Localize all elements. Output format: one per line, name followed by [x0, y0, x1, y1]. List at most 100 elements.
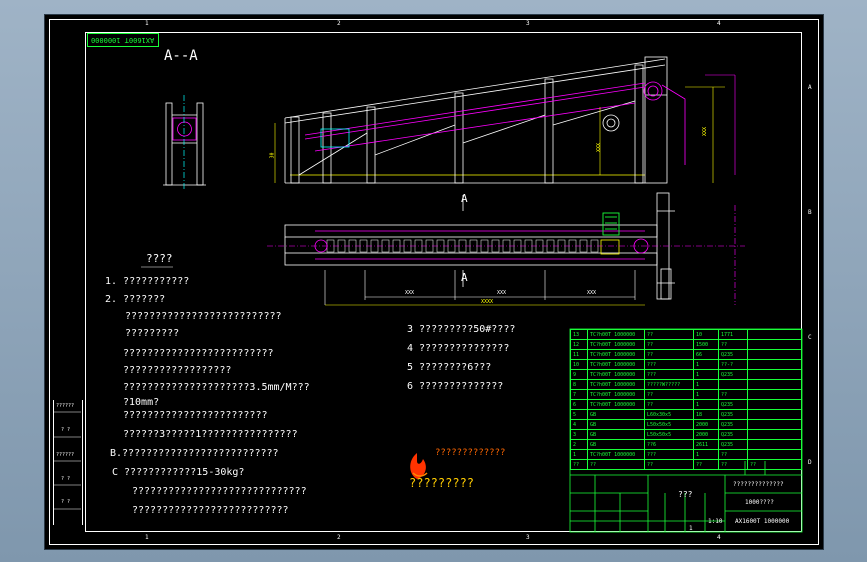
note-line: ?????????????????? [123, 365, 232, 376]
bom-cell [747, 349, 802, 360]
bom-cell: 10 [693, 329, 719, 340]
bom-cell: TC?h00T 1000000 [587, 339, 645, 350]
bom-cell: ?? [718, 449, 748, 460]
bom-cell [747, 419, 802, 430]
side-elevation [284, 56, 668, 184]
bom-cell: ?? [747, 459, 802, 470]
bom-cell: L50x50x5 [644, 419, 694, 430]
bom-cell [747, 449, 802, 460]
cad-drawing-canvas[interactable]: 1 2 3 4 1 2 3 4 A B C D AX1600T 1000000 … [44, 14, 824, 550]
title-drawing-number: AX1600T 1000000 [735, 518, 790, 525]
bom-cell: 8 [570, 379, 588, 390]
bom-cell: ?? [644, 329, 694, 340]
bom-row: 5 GB L60x30x5 18 Q235 [570, 409, 802, 420]
bom-cell: L50x50x5 [644, 429, 694, 440]
bom-cell: TC?h00T 1000000 [587, 349, 645, 360]
watermark-line-2: ????????? [409, 476, 475, 490]
bom-cell [747, 329, 802, 340]
bom-cell: 1 [693, 379, 719, 390]
bom-cell: 5 [570, 409, 588, 420]
bom-cell: Q235 [718, 429, 748, 440]
bom-cell: 6 [570, 399, 588, 410]
section-label: A--A [164, 48, 198, 64]
bom-cell: 2000 [693, 429, 719, 440]
note-line: ?????????????????????????? [132, 505, 289, 516]
bom-cell: ?? [644, 399, 694, 410]
bom-cell: TC?h00T 1000000 [587, 369, 645, 380]
bom-cell: GB [587, 429, 645, 440]
bom-cell: 1 [570, 449, 588, 460]
bom-cell: 12 [570, 339, 588, 350]
bom-cell: ??? [644, 369, 694, 380]
note-line: ???????????????????????? [123, 410, 268, 421]
bom-cell: TC?h00T 1000000 [587, 399, 645, 410]
note-line: ?10mm? [123, 397, 160, 408]
bom-cell: ?? [718, 339, 748, 350]
bom-cell: 1 [693, 449, 719, 460]
bom-cell: ??-? [718, 359, 748, 370]
bom-cell: 3 [570, 429, 588, 440]
bom-cell [747, 389, 802, 400]
cut-marker-top: A [461, 192, 468, 205]
bom-row: 13 TC?h00T 1000000?? 10 1771 [570, 329, 802, 340]
bom-cell [747, 409, 802, 420]
note-line: ????????????????????????????? [132, 486, 307, 497]
note-line: 1. ??????????? [105, 276, 190, 287]
bom-cell: 4 [570, 419, 588, 430]
bom-cell: ?? [644, 459, 694, 470]
bom-cell: Q235 [718, 369, 748, 380]
bom-row: 2 GB ??6 2611 Q235 [570, 439, 802, 450]
bom-cell [747, 399, 802, 410]
title-company: ?????????????? [733, 481, 784, 488]
bom-cell: ?? [718, 459, 748, 470]
note-line-right: 4 ??????????????? [407, 343, 510, 354]
bom-cell: 2000 [693, 419, 719, 430]
bom-row: ???????????? [570, 459, 802, 470]
title-product: 1000???? [745, 499, 774, 506]
bom-cell: GB [587, 439, 645, 450]
bom-cell: L60x30x5 [644, 409, 694, 420]
bom-row: 4 GB L50x50x5 2000 Q235 [570, 419, 802, 430]
bom-cell: 1500 [693, 339, 719, 350]
bom-cell: Q235 [718, 399, 748, 410]
title-drawing-name: ??? [678, 490, 693, 499]
note-line: ?????????????????????3.5mm/M??? [123, 382, 310, 393]
bom-cell: Q235 [718, 419, 748, 430]
dim-span-2: XXX [497, 290, 507, 296]
note-line-right: 6 ?????????????? [407, 381, 504, 392]
bom-cell: 13 [570, 329, 588, 340]
note-line: ????????? [125, 328, 180, 339]
bom-cell [747, 439, 802, 450]
cut-marker-bottom: A [461, 271, 468, 284]
bom-row: 11 TC?h00T 1000000?? 66 Q235 [570, 349, 802, 360]
section-view [163, 102, 206, 186]
bom-cell: ?? [570, 459, 588, 470]
bom-cell: 11 [570, 349, 588, 360]
bom-cell [747, 369, 802, 380]
bom-cell: ??6 [644, 439, 694, 450]
bom-cell: 10 [570, 359, 588, 370]
drive-motor [602, 212, 620, 236]
bom-cell: TC?h00T 1000000 [587, 359, 645, 370]
bom-cell: ?? [644, 349, 694, 360]
bom-row: 12 TC?h00T 1000000?? 1500?? [570, 339, 802, 350]
bom-cell: ?? [693, 459, 719, 470]
bom-row: 10 TC?h00T 1000000??? 1 ??-? [570, 359, 802, 370]
bom-cell: ?? [718, 389, 748, 400]
bom-cell: GB [587, 409, 645, 420]
notes-title: ???? [146, 252, 173, 265]
note-line: ??????3?????1???????????????? [123, 429, 298, 440]
bom-cell: ??? [644, 359, 694, 370]
bom-cell: GB [587, 419, 645, 430]
bom-cell: ?????W????? [644, 379, 694, 390]
bom-cell: TC?h00T 1000000 [587, 329, 645, 340]
bom-cell [747, 379, 802, 390]
bom-cell [747, 359, 802, 370]
note-line: ????????????????????????? [123, 348, 274, 359]
bom-cell: ?? [587, 459, 645, 470]
bom-cell: Q235 [718, 439, 748, 450]
dim-height-left: 30 [269, 152, 276, 159]
bom-cell: 66 [693, 349, 719, 360]
dim-vert-1: XXX [596, 142, 603, 153]
bom-cell: TC?h00T 1000000 [587, 389, 645, 400]
